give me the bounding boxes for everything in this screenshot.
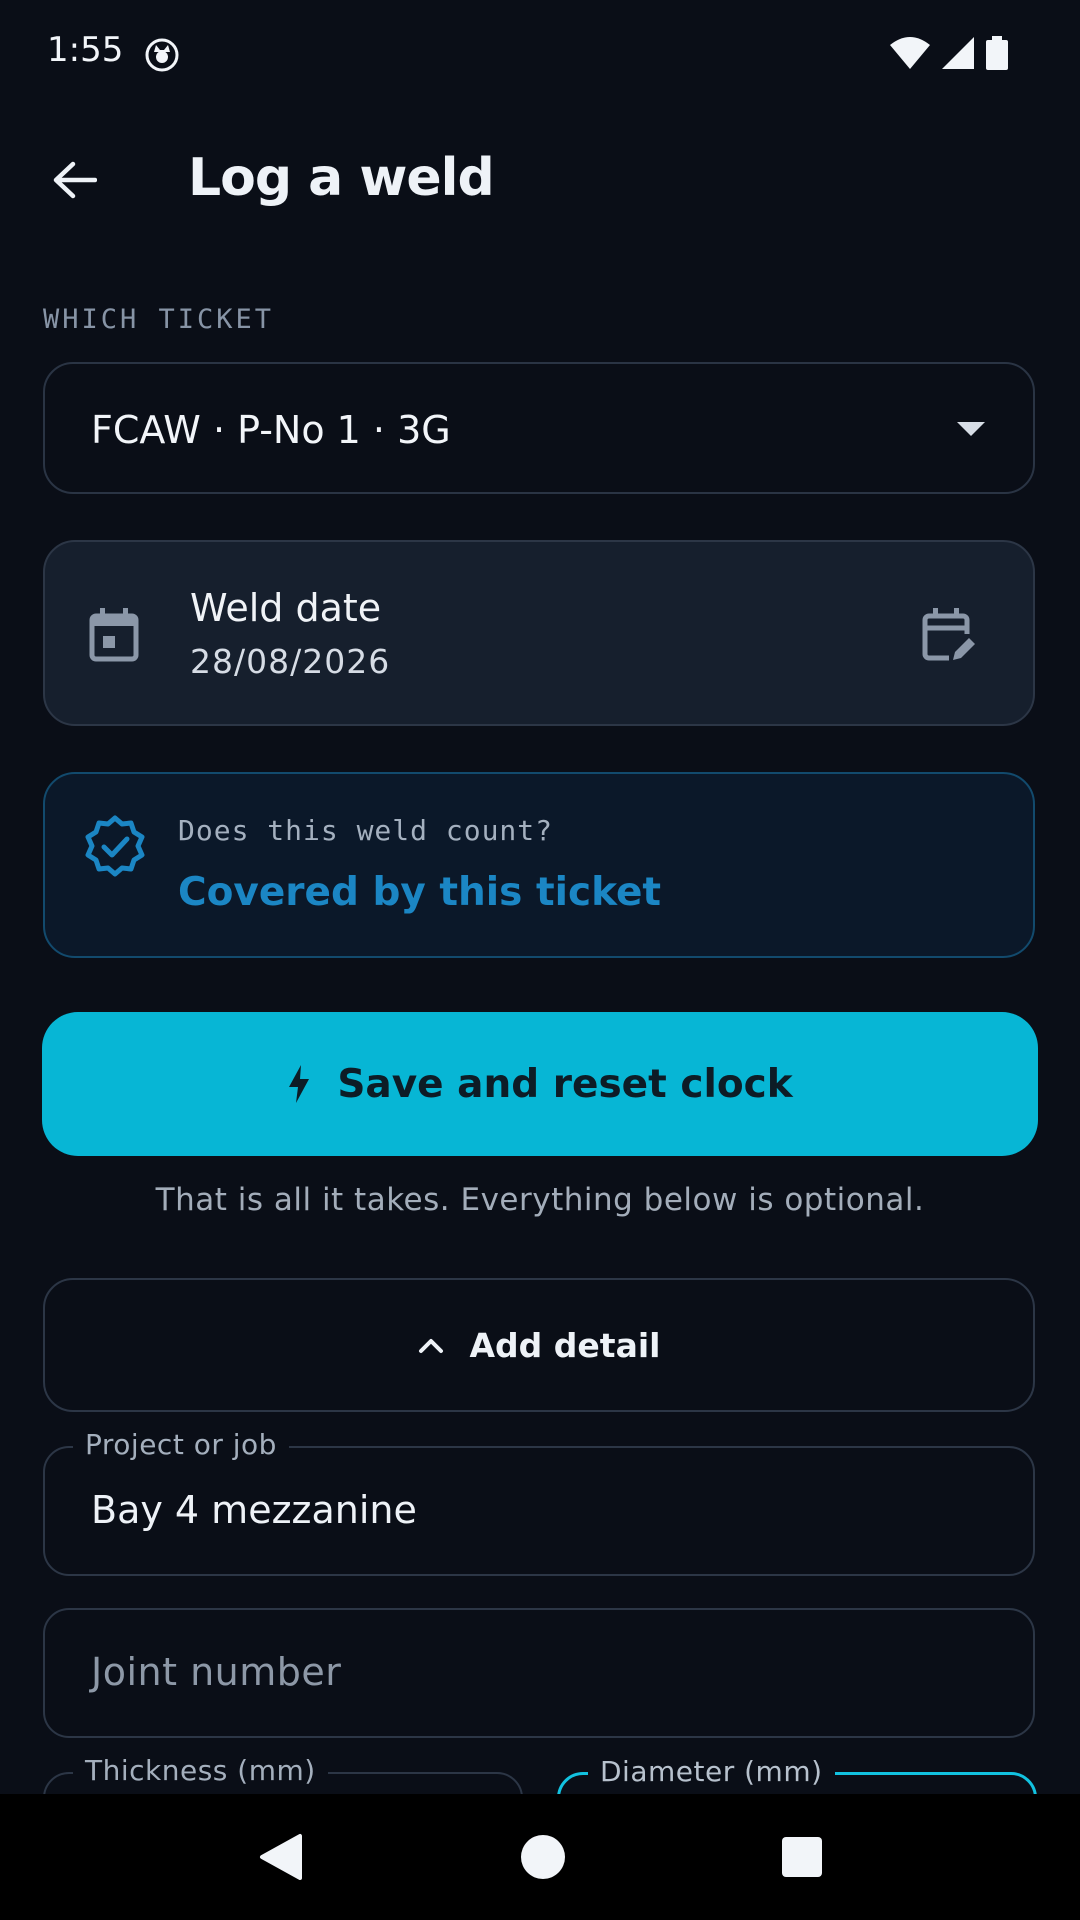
add-detail-label: Add detail bbox=[469, 1325, 661, 1365]
section-label-ticket: WHICH TICKET bbox=[43, 304, 275, 335]
nav-back-icon[interactable] bbox=[258, 1832, 304, 1882]
add-detail-button[interactable]: Add detail bbox=[43, 1278, 1035, 1412]
battery-icon bbox=[986, 36, 1008, 70]
project-field-value: Bay 4 mezzanine bbox=[91, 1488, 417, 1532]
coverage-answer: Covered by this ticket bbox=[178, 870, 662, 915]
system-nav-bar bbox=[0, 1794, 1080, 1920]
nav-home-icon[interactable] bbox=[520, 1834, 566, 1880]
status-icons bbox=[890, 36, 1008, 70]
arrow-left-icon bbox=[53, 161, 97, 199]
save-and-reset-button[interactable]: Save and reset clock bbox=[42, 1012, 1038, 1156]
bolt-icon bbox=[289, 1065, 310, 1103]
status-time: 1:55 bbox=[47, 30, 124, 70]
coverage-question: Does this weld count? bbox=[178, 814, 554, 847]
coverage-card: Does this weld count? Covered by this ti… bbox=[43, 772, 1035, 958]
back-button[interactable] bbox=[44, 150, 104, 210]
signal-icon bbox=[942, 37, 974, 69]
wifi-icon bbox=[890, 37, 930, 69]
cat-app-icon bbox=[145, 38, 179, 72]
thickness-field-label: Thickness (mm) bbox=[73, 1754, 328, 1787]
dropdown-caret-icon bbox=[957, 422, 985, 436]
chevron-up-icon bbox=[418, 1339, 443, 1353]
project-field-label: Project or job bbox=[73, 1428, 289, 1461]
verified-badge-icon bbox=[83, 814, 147, 882]
joint-number-field[interactable]: Joint number bbox=[43, 1608, 1035, 1738]
ticket-select-value: FCAW · P-No 1 · 3G bbox=[91, 408, 451, 452]
diameter-field-label: Diameter (mm) bbox=[588, 1755, 835, 1788]
weld-date-value: 28/08/2026 bbox=[190, 642, 391, 681]
page-title: Log a weld bbox=[188, 148, 495, 208]
optional-helper-text: That is all it takes. Everything below i… bbox=[155, 1182, 925, 1218]
project-field[interactable]: Project or job Bay 4 mezzanine bbox=[43, 1428, 1035, 1576]
save-and-reset-label: Save and reset clock bbox=[337, 1061, 793, 1107]
ticket-select[interactable]: FCAW · P-No 1 · 3G bbox=[43, 362, 1035, 494]
weld-date-label: Weld date bbox=[190, 586, 382, 630]
calendar-icon bbox=[89, 608, 139, 666]
nav-recents-icon[interactable] bbox=[782, 1837, 822, 1877]
joint-number-placeholder: Joint number bbox=[91, 1650, 342, 1694]
weld-date-card[interactable]: Weld date 28/08/2026 bbox=[43, 540, 1035, 726]
edit-calendar-icon[interactable] bbox=[921, 608, 977, 668]
